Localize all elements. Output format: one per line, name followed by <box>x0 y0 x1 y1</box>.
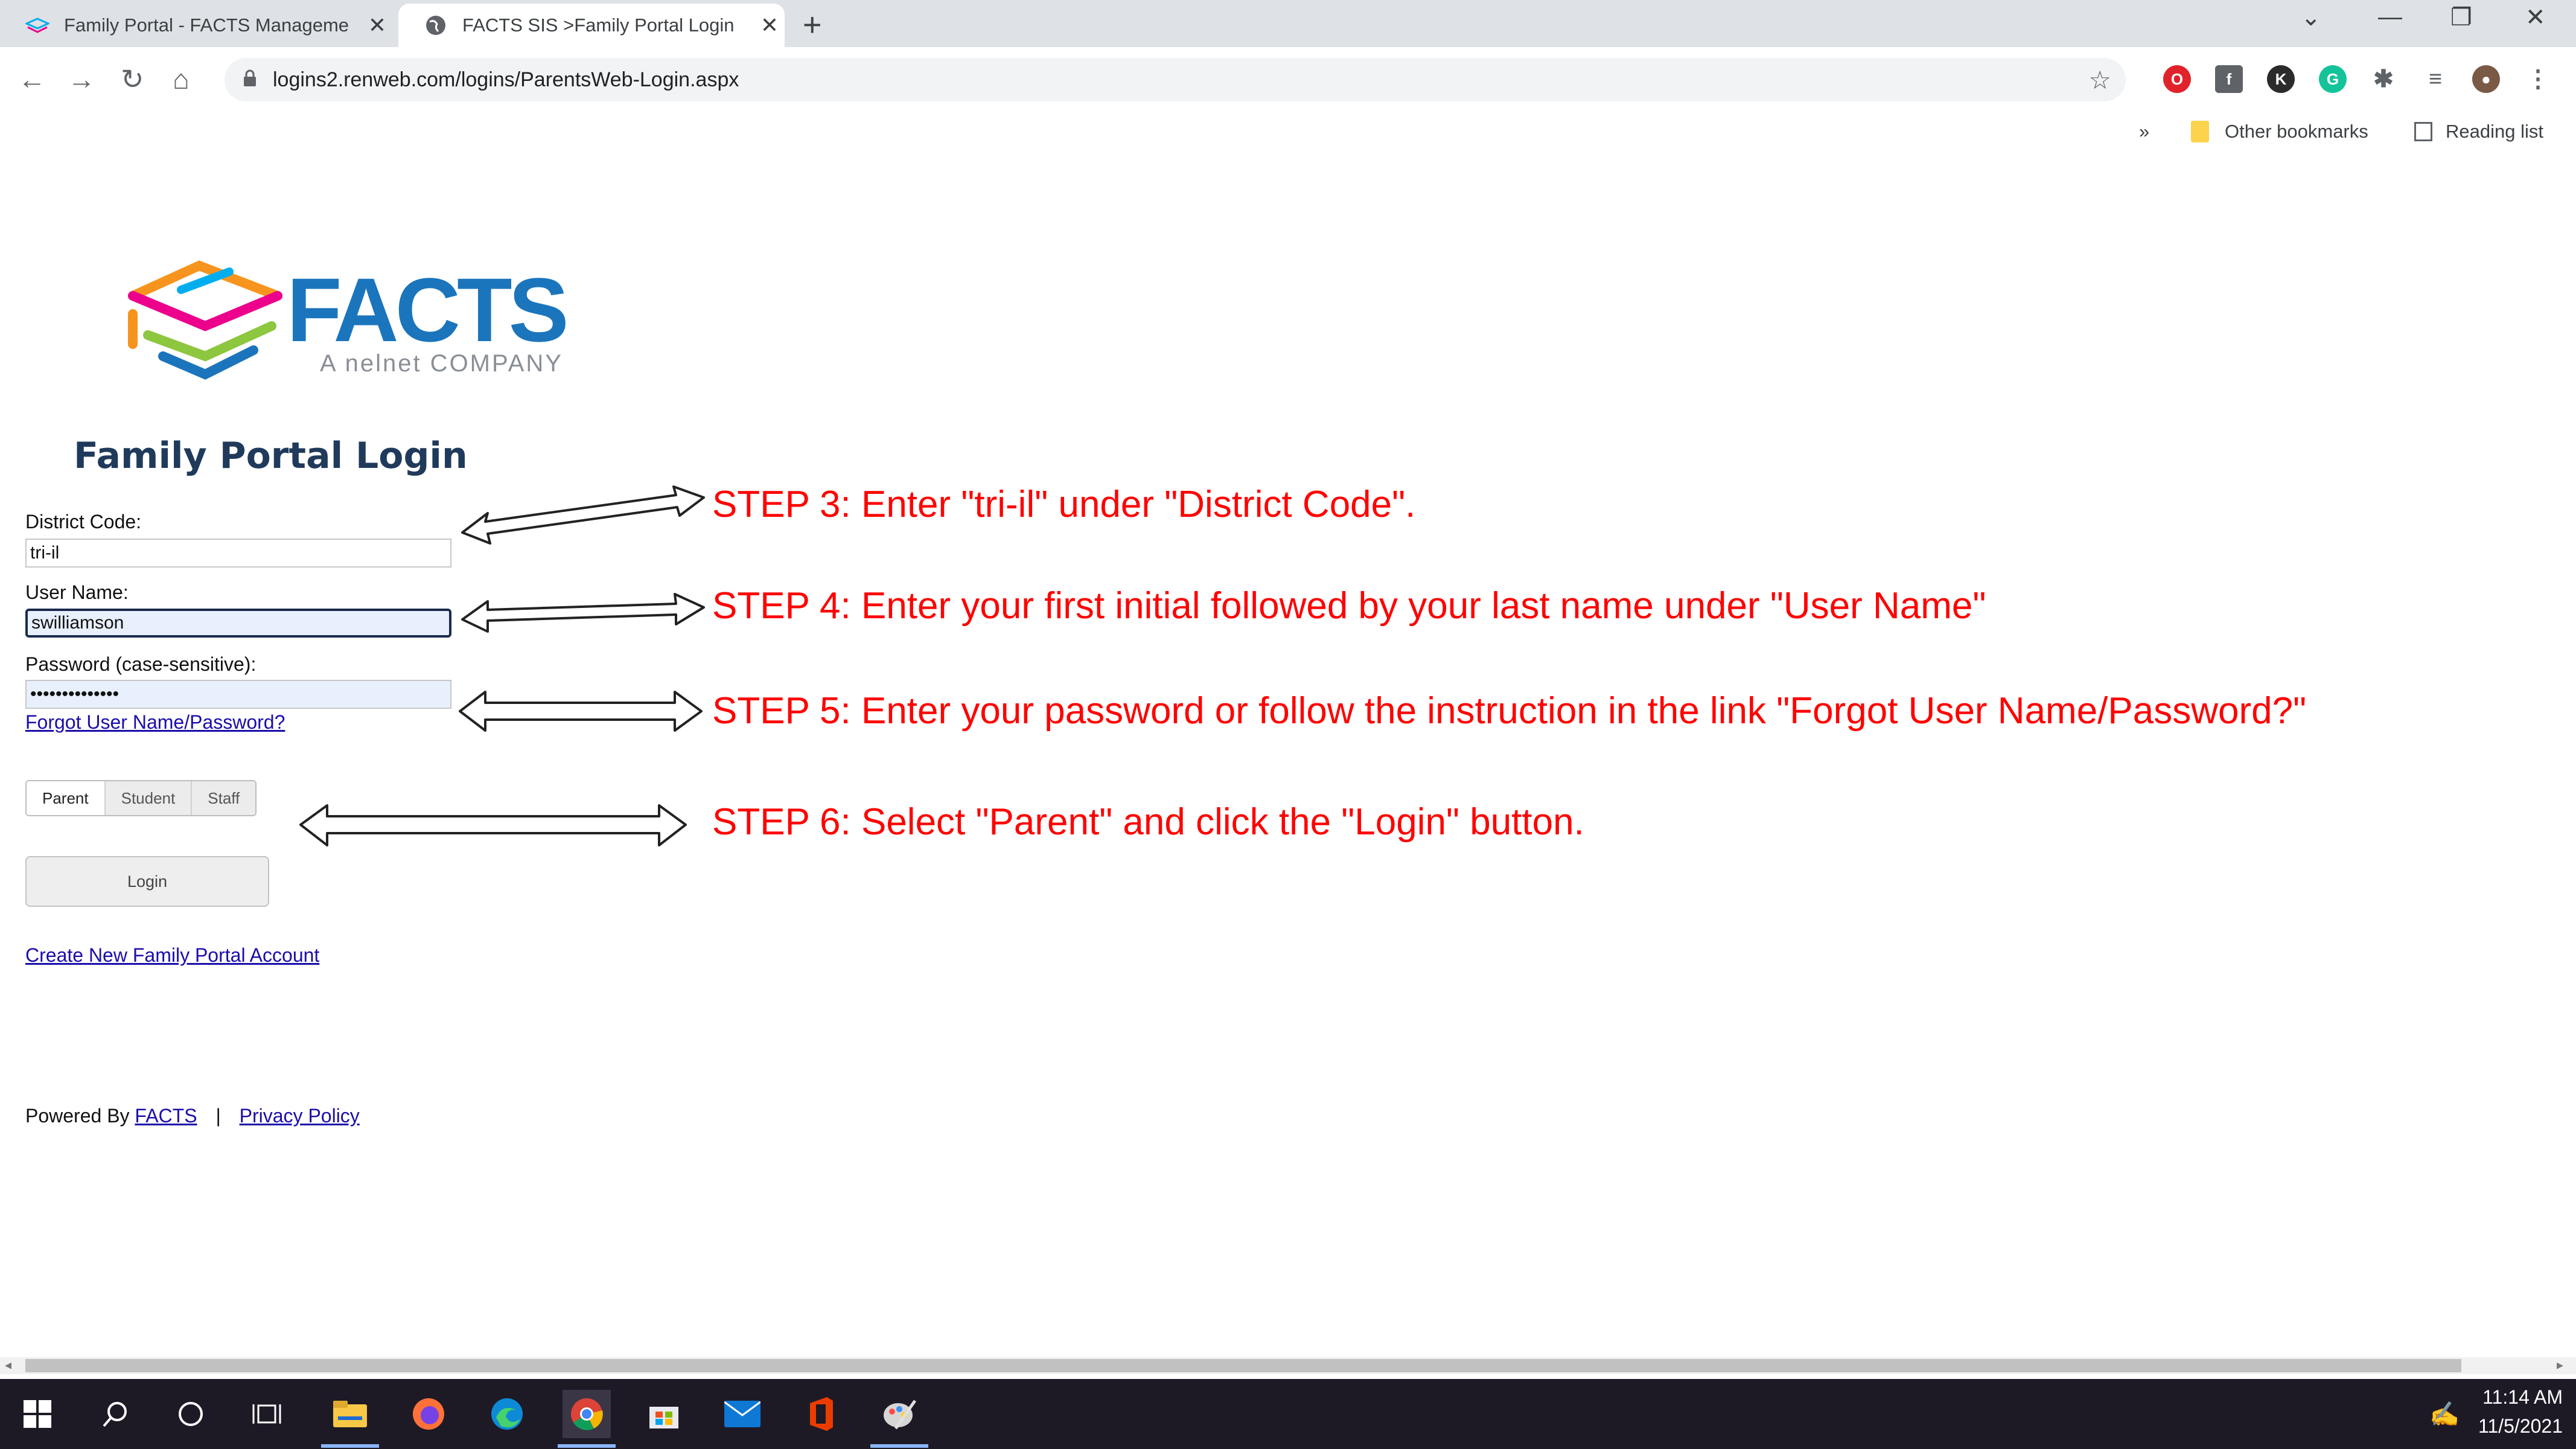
restore-icon[interactable]: ❐ <box>2450 4 2472 31</box>
facts-logo: FACTS A nelnet COMPANY <box>121 254 579 392</box>
step5-instruction: STEP 5: Enter your password or follow th… <box>712 690 2307 732</box>
media-control-icon[interactable]: ≡ <box>2421 65 2449 93</box>
password-label: Password (case-sensitive): <box>25 653 257 675</box>
bookmark-star-icon[interactable]: ☆ <box>2088 65 2111 95</box>
tab-search-chevron-icon[interactable]: ⌄ <box>2301 4 2321 31</box>
windows-taskbar <box>0 1379 2576 1449</box>
firefox-icon[interactable] <box>404 1390 453 1438</box>
page-footer: Powered By FACTS | Privacy Policy <box>25 1105 360 1127</box>
scroll-right-icon[interactable]: ▸ <box>2557 1357 2563 1373</box>
store-icon[interactable] <box>640 1390 688 1438</box>
logo-tagline-text: A nelnet COMPANY <box>320 350 563 377</box>
chrome-icon[interactable] <box>563 1390 611 1438</box>
reload-icon[interactable]: ↻ <box>121 63 144 95</box>
footer-separator: | <box>215 1105 221 1127</box>
other-bookmarks-label: Other bookmarks <box>2225 121 2368 142</box>
forgot-credentials-link[interactable]: Forgot User Name/Password? <box>25 711 285 734</box>
facts-footer-link[interactable]: FACTS <box>135 1105 197 1127</box>
reading-list-label: Reading list <box>2446 121 2543 142</box>
username-label: User Name: <box>25 581 129 603</box>
tab-title: FACTS SIS >Family Portal Login <box>462 14 735 36</box>
extensions-puzzle-icon[interactable]: ✱ <box>2370 65 2397 93</box>
username-input[interactable] <box>25 609 451 638</box>
powered-by-text: Powered By <box>25 1105 130 1127</box>
tab-close-icon[interactable]: ✕ <box>754 13 785 38</box>
step6-arrow-icon <box>299 804 687 846</box>
role-staff-tab[interactable]: Staff <box>191 781 256 815</box>
district-code-label: District Code: <box>25 511 142 533</box>
back-icon[interactable]: ← <box>18 63 46 95</box>
tab-title: Family Portal - FACTS Manageme <box>64 14 349 36</box>
page-title: Family Portal Login <box>74 435 468 477</box>
taskbar-clock[interactable]: 11:14 AM 11/5/2021 <box>2478 1383 2563 1441</box>
reading-list[interactable]: Reading list <box>2414 121 2543 142</box>
tab-family-portal[interactable]: Family Portal - FACTS Manageme ✕ <box>0 4 392 47</box>
minimize-icon[interactable]: — <box>2378 4 2402 31</box>
bookmarks-bar: » Other bookmarks Reading list <box>2125 112 2576 151</box>
facts-logo-mark-icon: FACTS A nelnet COMPANY <box>128 259 570 380</box>
paint-icon[interactable] <box>875 1390 923 1438</box>
grammarly-extension-icon[interactable]: G <box>2319 65 2347 93</box>
role-student-tab[interactable]: Student <box>104 781 191 815</box>
other-bookmarks[interactable]: Other bookmarks <box>2191 121 2368 142</box>
reading-list-icon <box>2414 122 2432 141</box>
opera-extension-icon[interactable]: O <box>2163 65 2191 93</box>
clock-date: 11/5/2021 <box>2478 1415 2563 1437</box>
task-view-icon[interactable] <box>243 1390 291 1438</box>
office-icon[interactable] <box>797 1390 845 1438</box>
address-bar[interactable]: logins2.renweb.com/logins/ParentsWeb-Log… <box>225 58 2126 101</box>
cortana-icon[interactable] <box>167 1390 215 1438</box>
step3-instruction: STEP 3: Enter "tri-il" under "District C… <box>712 484 1416 525</box>
lock-icon <box>243 69 257 91</box>
file-explorer-icon[interactable] <box>326 1390 374 1438</box>
password-input[interactable] <box>25 680 451 709</box>
logo-brand-text: FACTS <box>287 259 566 360</box>
clock-time: 11:14 AM <box>2482 1386 2563 1408</box>
chrome-running-indicator <box>558 1444 616 1448</box>
step5-arrow-icon <box>459 691 703 732</box>
facts-favicon-icon <box>24 12 51 39</box>
tab-facts-sis-login[interactable]: FACTS SIS >Family Portal Login ✕ <box>398 4 785 47</box>
window-close-icon[interactable]: ✕ <box>2525 4 2546 31</box>
globe-icon <box>422 12 449 39</box>
role-parent-tab[interactable]: Parent <box>27 781 104 815</box>
facebook-extension-icon[interactable]: f <box>2215 65 2243 93</box>
role-selector: Parent Student Staff <box>25 780 257 816</box>
k-extension-icon[interactable]: K <box>2267 65 2295 93</box>
district-code-input[interactable] <box>25 539 451 568</box>
login-button[interactable]: Login <box>25 856 269 907</box>
create-account-link[interactable]: Create New Family Portal Account <box>25 944 319 967</box>
windows-start-icon[interactable] <box>13 1390 62 1438</box>
forward-icon[interactable]: → <box>68 63 95 95</box>
paint-running-indicator <box>870 1444 928 1448</box>
folder-icon <box>2191 121 2209 142</box>
tab-close-icon[interactable]: ✕ <box>362 13 392 38</box>
profile-avatar[interactable]: ● <box>2472 65 2500 93</box>
file-explorer-running-indicator <box>321 1444 379 1448</box>
home-icon[interactable]: ⌂ <box>173 63 190 95</box>
mail-icon[interactable] <box>718 1390 767 1438</box>
new-tab-button[interactable]: + <box>803 6 822 43</box>
pen-workspace-icon[interactable]: ✍ <box>2420 1390 2469 1438</box>
step4-instruction: STEP 4: Enter your first initial followe… <box>712 585 1986 627</box>
menu-kebab-icon[interactable]: ⋮ <box>2524 65 2552 93</box>
step3-arrow-icon <box>461 485 705 545</box>
scroll-left-icon[interactable]: ◂ <box>5 1357 11 1373</box>
edge-icon[interactable] <box>483 1390 531 1438</box>
url-text: logins2.renweb.com/logins/ParentsWeb-Log… <box>273 68 739 91</box>
search-icon[interactable] <box>91 1390 139 1438</box>
step6-instruction: STEP 6: Select "Parent" and click the "L… <box>712 801 1584 843</box>
step4-arrow-icon <box>461 593 705 633</box>
scrollbar-thumb[interactable] <box>25 1359 2461 1372</box>
bookmarks-overflow-icon[interactable]: » <box>2139 121 2149 142</box>
privacy-policy-link[interactable]: Privacy Policy <box>240 1105 360 1127</box>
